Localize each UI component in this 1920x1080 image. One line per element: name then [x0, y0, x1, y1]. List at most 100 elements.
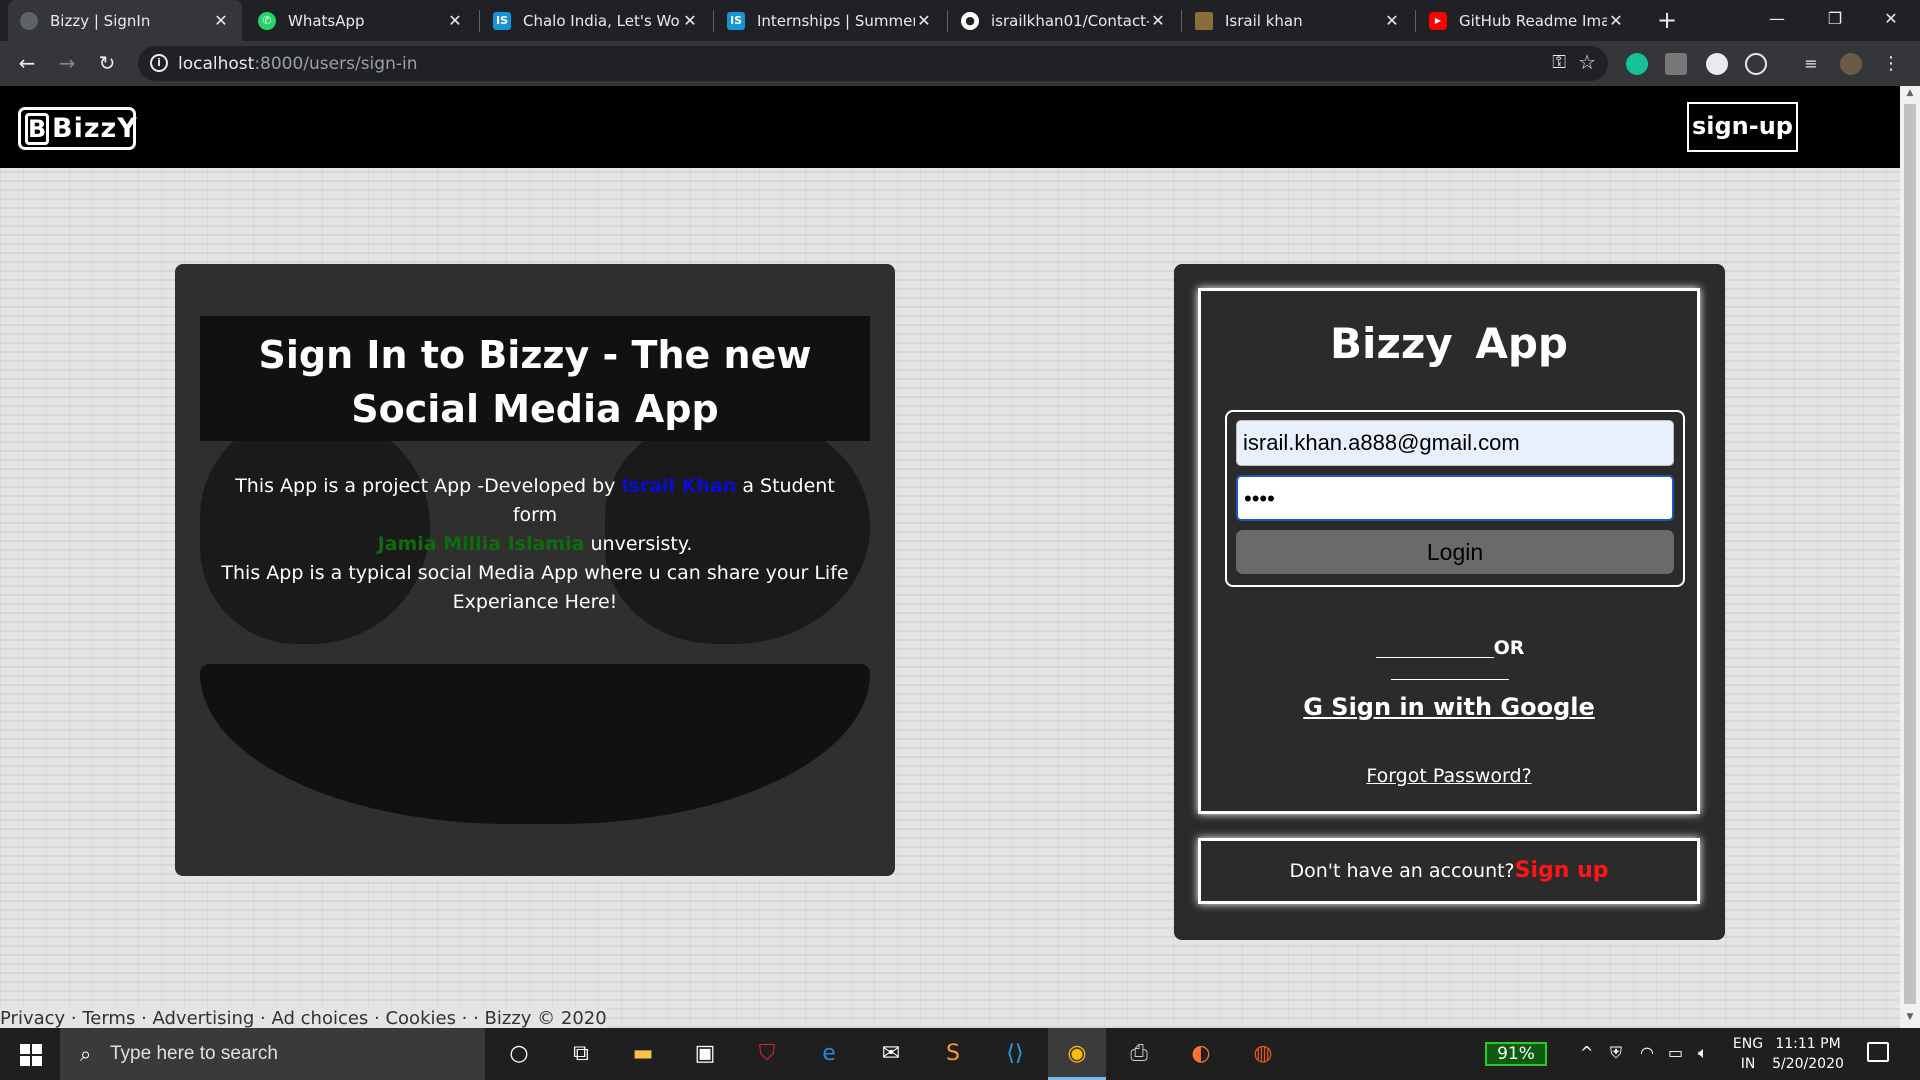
sublime-icon[interactable]: S: [924, 1028, 982, 1080]
tab-title: GitHub Readme Image: [1459, 11, 1607, 30]
ubuntu-icon[interactable]: ◍: [1234, 1028, 1292, 1080]
file-explorer-icon[interactable]: ▬: [614, 1028, 672, 1080]
close-icon[interactable]: ✕: [446, 11, 464, 30]
task-view-icon[interactable]: ⧉: [552, 1028, 610, 1080]
scroll-up-icon[interactable]: ▲: [1904, 88, 1916, 98]
page-title: Sign In to Bizzy - The new Social Media …: [258, 333, 812, 431]
intro-card: Sign In to Bizzy - The new Social Media …: [175, 264, 895, 876]
close-icon[interactable]: ✕: [915, 11, 933, 30]
forward-icon[interactable]: →: [52, 48, 82, 78]
login-button[interactable]: Login: [1236, 530, 1674, 574]
windows-taskbar: ⌕ Type here to search ○ ⧉ ▬ ▣ ⛉ e ✉ S ⟨⟩…: [0, 1028, 1920, 1080]
media-control-icon[interactable]: ≡: [1800, 53, 1822, 75]
extension-icon[interactable]: [1706, 53, 1728, 75]
reload-icon[interactable]: ↻: [92, 48, 122, 78]
tab-title: Chalo India, Let's Work: [523, 11, 681, 30]
url-text: localhost:8000/users/sign-in: [178, 54, 418, 74]
battery-icon[interactable]: ▭: [1668, 1043, 1683, 1062]
store-icon[interactable]: ▣: [676, 1028, 734, 1080]
restore-icon[interactable]: ❐: [1806, 0, 1864, 41]
tab-title: Israil khan: [1225, 11, 1303, 30]
close-icon[interactable]: ✕: [1383, 11, 1401, 30]
chevron-up-icon[interactable]: ^: [1580, 1043, 1593, 1062]
windows-start-icon[interactable]: [0, 1028, 60, 1080]
tab-whatsapp[interactable]: ✆ WhatsApp ✕: [246, 0, 476, 41]
signup-button[interactable]: sign-up: [1687, 102, 1798, 152]
site-footer: Privacy · Terms · Advertising · Ad choic…: [0, 1008, 607, 1028]
signup-prompt: Don't have an account?Sign up: [1198, 838, 1700, 904]
tab-separator: [479, 10, 480, 32]
intro-description: This App is a project App -Developed by …: [221, 475, 849, 613]
close-icon[interactable]: ✕: [681, 11, 699, 30]
mail-icon[interactable]: ✉: [862, 1028, 920, 1080]
tab-github-contact[interactable]: ● israilkhan01/Contact-A ✕: [949, 0, 1179, 41]
wifi-icon[interactable]: ◠: [1640, 1043, 1654, 1062]
internshala-icon: IS: [493, 11, 511, 30]
scrollbar-thumb[interactable]: [1904, 104, 1916, 1004]
university-name: Jamia Millia Islamia: [377, 533, 585, 555]
internshala-icon: IS: [727, 11, 745, 30]
vscode-icon[interactable]: ⟨⟩: [986, 1028, 1044, 1080]
email-field[interactable]: israil.khan.a888@gmail.com: [1236, 420, 1674, 466]
tab-title: Bizzy | SignIn: [50, 11, 151, 30]
signin-card: Bizzy App israil.khan.a888@gmail.com •••…: [1174, 264, 1725, 940]
menu-icon[interactable]: ⋮: [1880, 53, 1902, 75]
tab-github-readme[interactable]: ▶ GitHub Readme Image ✕: [1417, 0, 1637, 41]
notification-icon[interactable]: [1867, 1042, 1889, 1062]
new-tab-button[interactable]: +: [1654, 8, 1680, 34]
youtube-icon: ▶: [1429, 11, 1447, 30]
taskbar-search[interactable]: ⌕ Type here to search: [60, 1028, 485, 1080]
bookmark-star-icon[interactable]: ☆: [1578, 50, 1596, 74]
mcafee-icon[interactable]: ⛉: [738, 1028, 796, 1080]
signup-link[interactable]: Sign up: [1515, 858, 1609, 883]
extension-icon[interactable]: [1665, 53, 1687, 75]
tab-bizzy-signin[interactable]: Bizzy | SignIn ✕: [8, 0, 242, 41]
volume-icon[interactable]: 🔈︎: [1698, 1043, 1708, 1063]
profile-icon: [1195, 11, 1213, 30]
whatsapp-icon: ✆: [258, 11, 276, 30]
address-bar[interactable]: i localhost:8000/users/sign-in ⚿ ☆: [138, 46, 1608, 81]
signin-form: israil.khan.a888@gmail.com •••• Login: [1225, 410, 1685, 587]
language-indicator[interactable]: ENG IN: [1730, 1034, 1766, 1074]
login-box: Bizzy App israil.khan.a888@gmail.com •••…: [1198, 288, 1700, 814]
back-icon[interactable]: ←: [12, 48, 42, 78]
github-icon: ●: [961, 11, 979, 30]
grammarly-icon[interactable]: [1626, 53, 1648, 75]
tab-internships[interactable]: IS Internships | Summer In ✕: [715, 0, 945, 41]
avatar[interactable]: [1840, 53, 1862, 75]
printer-icon[interactable]: ⎙: [1110, 1028, 1168, 1080]
edge-icon[interactable]: e: [800, 1028, 858, 1080]
page-scrollbar[interactable]: ▲ ▼: [1900, 86, 1920, 1028]
bizzy-logo[interactable]: B BizzY: [18, 107, 137, 150]
close-window-icon[interactable]: ✕: [1862, 0, 1920, 41]
battery-indicator[interactable]: 91%: [1485, 1042, 1547, 1066]
chrome-icon[interactable]: ◉: [1048, 1028, 1106, 1080]
tab-chalo-india[interactable]: IS Chalo India, Let's Work ✕: [481, 0, 711, 41]
close-icon[interactable]: ✕: [1149, 11, 1167, 30]
google-signin-link[interactable]: G Sign in with Google: [1201, 693, 1697, 721]
mask-mouth-decoration: [200, 664, 870, 824]
cortana-icon[interactable]: ○: [490, 1028, 548, 1080]
minimize-icon[interactable]: —: [1748, 0, 1806, 41]
tab-separator: [1415, 10, 1416, 32]
tab-separator: [947, 10, 948, 32]
or-separator: OR: [1317, 637, 1583, 681]
page-content: B BizzY sign-up Sign In to Bizzy - The ne…: [0, 86, 1900, 1028]
search-icon: ⌕: [80, 1042, 92, 1066]
forgot-password-link[interactable]: Forgot Password?: [1201, 765, 1697, 787]
clock[interactable]: 11:11 PM 5/20/2020: [1768, 1034, 1848, 1074]
bizzy-icon: [20, 11, 38, 30]
tab-separator: [1181, 10, 1182, 32]
tab-israil-khan[interactable]: Israil khan ✕: [1183, 0, 1413, 41]
react-devtools-icon[interactable]: [1745, 53, 1767, 75]
close-icon[interactable]: ✕: [1607, 11, 1625, 30]
tab-title: israilkhan01/Contact-A: [991, 11, 1149, 30]
tab-separator: [713, 10, 714, 32]
security-icon[interactable]: ⛨: [1610, 1043, 1622, 1063]
info-icon[interactable]: i: [150, 54, 168, 72]
scroll-down-icon[interactable]: ▼: [1904, 1012, 1916, 1022]
key-icon[interactable]: ⚿: [1552, 52, 1566, 73]
firefox-icon[interactable]: ◐: [1172, 1028, 1230, 1080]
password-field[interactable]: ••••: [1236, 475, 1674, 521]
close-icon[interactable]: ✕: [212, 11, 230, 30]
